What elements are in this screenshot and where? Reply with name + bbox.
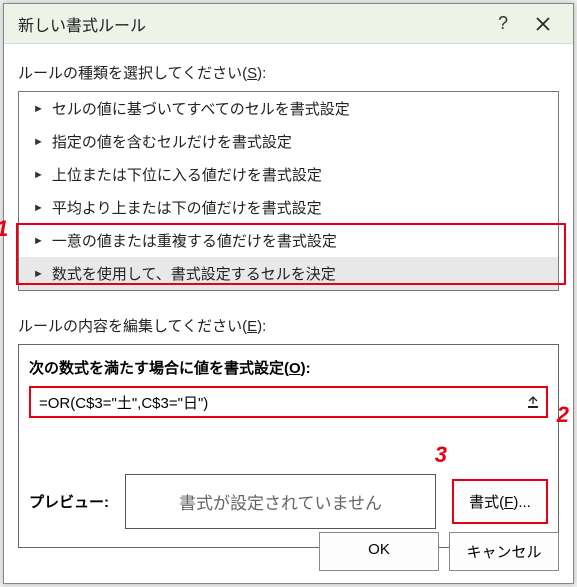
rule-type-label-pre: ルールの種類を選択してください(: [18, 65, 247, 82]
rule-type-item[interactable]: ► セルの値に基づいてすべてのセルを書式設定: [19, 92, 558, 125]
new-format-rule-dialog: 新しい書式ルール ? ルールの種類を選択してください(S): ► セルの値に基づい…: [3, 3, 574, 584]
titlebar: 新しい書式ルール ?: [4, 4, 573, 44]
rule-type-label: ルールの種類を選択してください(S):: [18, 62, 559, 83]
close-button[interactable]: [523, 4, 563, 44]
preview-label: プレビュー:: [29, 491, 109, 512]
rule-type-item[interactable]: ► 上位または下位に入る値だけを書式設定: [19, 158, 558, 191]
rule-type-item[interactable]: ► 一意の値または重複する値だけを書式設定: [19, 224, 558, 257]
close-icon: [536, 17, 550, 31]
rule-type-text: 平均より上または下の値だけを書式設定: [52, 197, 322, 218]
triangle-icon: ►: [33, 103, 44, 115]
collapse-icon: [526, 395, 540, 409]
preview-box: 書式が設定されていません: [125, 474, 436, 529]
dialog-content: ルールの種類を選択してください(S): ► セルの値に基づいてすべてのセルを書式設…: [4, 44, 573, 548]
rule-type-text: 一意の値または重複する値だけを書式設定: [52, 230, 337, 251]
format-btn-pre: 書式(: [469, 494, 504, 511]
edit-rule-label: ルールの内容を編集してください(E):: [18, 315, 559, 336]
formula-input[interactable]: [31, 388, 520, 416]
edit-rule-label-key: E: [247, 318, 257, 335]
triangle-icon: ►: [33, 202, 44, 214]
cancel-button[interactable]: キャンセル: [449, 532, 559, 571]
annotation-1: 1: [0, 216, 8, 242]
rule-type-item-selected[interactable]: ► 数式を使用して、書式設定するセルを決定: [19, 257, 558, 290]
format-button[interactable]: 書式(F)...: [452, 479, 548, 524]
formula-row: [29, 386, 548, 418]
formula-label: 次の数式を満たす場合に値を書式設定(O):: [29, 357, 548, 378]
edit-rule-label-pre: ルールの内容を編集してください(: [18, 318, 247, 335]
rule-type-label-key: S: [247, 65, 257, 82]
format-btn-post: )...: [513, 494, 531, 511]
triangle-icon: ►: [33, 136, 44, 148]
triangle-icon: ►: [33, 169, 44, 181]
edit-rule-label-post: ):: [257, 318, 266, 335]
rule-type-text: 指定の値を含むセルだけを書式設定: [52, 131, 292, 152]
rule-type-text: 上位または下位に入る値だけを書式設定: [52, 164, 322, 185]
rule-type-text: セルの値に基づいてすべてのセルを書式設定: [52, 98, 350, 119]
preview-row: プレビュー: 書式が設定されていません 書式(F)...: [29, 474, 548, 529]
rule-type-item[interactable]: ► 指定の値を含むセルだけを書式設定: [19, 125, 558, 158]
formula-label-post: ):: [301, 360, 311, 377]
range-selector-button[interactable]: [520, 388, 546, 416]
annotation-2: 2: [557, 402, 569, 428]
edit-section: ルールの内容を編集してください(E): 次の数式を満たす場合に値を書式設定(O)…: [18, 315, 559, 548]
triangle-icon: ►: [33, 235, 44, 247]
triangle-icon: ►: [33, 268, 44, 280]
help-button[interactable]: ?: [483, 4, 523, 44]
rule-type-list: ►セルの値に基づいてすべてのセルを書式設定 ►指定の値を含むセルだけを書式設定 …: [18, 91, 559, 291]
dialog-buttons: OK キャンセル: [319, 532, 559, 571]
rule-type-label-post: ):: [257, 65, 266, 82]
format-btn-key: F: [504, 494, 513, 511]
edit-box: 次の数式を満たす場合に値を書式設定(O): プレビュー: 書式が設定されていませ…: [18, 344, 559, 548]
formula-label-key: O: [289, 360, 301, 377]
annotation-3: 3: [435, 442, 447, 468]
rule-type-item[interactable]: ► 平均より上または下の値だけを書式設定: [19, 191, 558, 224]
rule-type-text: 数式を使用して、書式設定するセルを決定: [52, 263, 336, 284]
dialog-title: 新しい書式ルール: [18, 12, 483, 36]
formula-label-pre: 次の数式を満たす場合に値を書式設定(: [29, 360, 289, 377]
ok-button[interactable]: OK: [319, 532, 439, 571]
